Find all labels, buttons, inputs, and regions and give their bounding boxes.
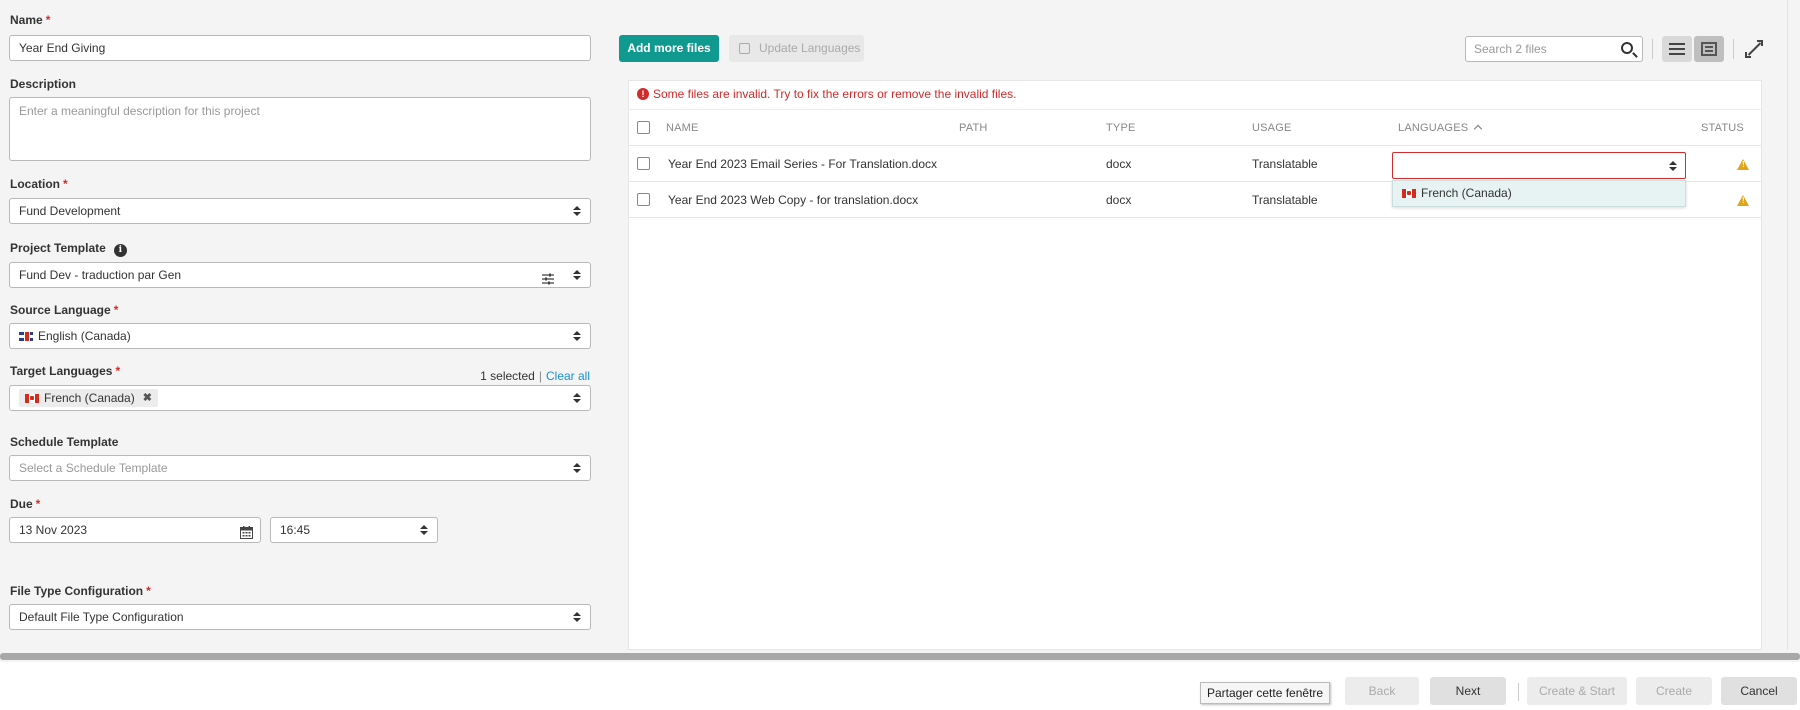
sort-up-icon <box>1474 124 1483 134</box>
chevron-updown-icon <box>573 331 581 342</box>
update-languages-button[interactable]: Update Languages <box>729 35 864 62</box>
schedule-template-select[interactable]: Select a Schedule Template <box>9 455 591 481</box>
list-view-button[interactable] <box>1662 36 1692 62</box>
grid-view-button[interactable] <box>1694 36 1724 62</box>
remove-chip-icon[interactable]: ✖ <box>143 389 152 407</box>
target-languages-label: Target Languages * <box>10 364 121 378</box>
template-settings-icon[interactable] <box>542 269 554 285</box>
target-languages-select[interactable]: French (Canada) ✖ <box>9 385 591 411</box>
select-all-checkbox[interactable] <box>637 121 650 134</box>
calendar-icon[interactable] <box>240 523 253 539</box>
warning-icon <box>1737 159 1749 170</box>
uk-flag-icon <box>19 332 33 341</box>
chevron-updown-icon <box>573 463 581 474</box>
file-type-config-select[interactable]: Default File Type Configuration <box>9 604 591 630</box>
schedule-template-label: Schedule Template <box>10 435 119 449</box>
search-files-input[interactable]: Search 2 files <box>1465 36 1643 62</box>
project-template-select[interactable]: Fund Dev - traduction par Gen <box>9 262 591 288</box>
column-status[interactable]: STATUS <box>1701 110 1744 146</box>
canada-flag-icon <box>25 393 39 403</box>
location-label: Location * <box>10 177 68 191</box>
file-type: docx <box>1106 157 1132 171</box>
vertical-scrollbar[interactable] <box>1787 0 1788 650</box>
next-button[interactable]: Next <box>1430 677 1506 705</box>
share-window-tooltip: Partager cette fenêtre <box>1200 682 1331 704</box>
description-textarea[interactable]: Enter a meaningful description for this … <box>9 97 591 161</box>
file-name: Year End 2023 Web Copy - for translation… <box>668 193 919 207</box>
column-name[interactable]: NAME <box>666 110 699 146</box>
name-input[interactable]: Year End Giving <box>9 35 591 61</box>
source-language-select[interactable]: English (Canada) <box>9 323 591 349</box>
column-type[interactable]: TYPE <box>1106 110 1136 146</box>
create-and-start-button[interactable]: Create & Start <box>1527 677 1627 705</box>
project-details-form: Name * Year End Giving Description Enter … <box>0 0 600 650</box>
description-label: Description <box>10 77 77 91</box>
chevron-updown-icon <box>573 612 581 623</box>
column-languages[interactable]: LANGUAGES <box>1398 110 1483 146</box>
source-language-label: Source Language * <box>10 303 119 317</box>
chevron-updown-icon <box>1669 161 1677 172</box>
target-languages-count: 1 selected | Clear all <box>480 369 590 383</box>
info-icon[interactable]: i <box>113 244 127 257</box>
language-option-french-canada[interactable]: French (Canada) <box>1392 180 1686 207</box>
language-chip: French (Canada) ✖ <box>19 389 158 407</box>
row-languages-select[interactable] <box>1392 152 1686 179</box>
row-checkbox[interactable] <box>637 193 650 206</box>
row-checkbox[interactable] <box>637 157 650 170</box>
list-view-icon <box>1669 43 1685 55</box>
due-date-input[interactable]: 13 Nov 2023 <box>9 517 261 543</box>
column-path[interactable]: PATH <box>959 110 988 146</box>
chevron-updown-icon <box>573 393 581 404</box>
project-template-label: Project Template i <box>10 241 127 257</box>
grid-view-icon <box>1701 42 1717 56</box>
due-label: Due * <box>10 497 41 511</box>
table-header: NAME PATH TYPE USAGE LANGUAGES STATUS <box>629 110 1761 146</box>
file-name: Year End 2023 Email Series - For Transla… <box>668 157 938 171</box>
horizontal-scrollbar[interactable] <box>0 653 1800 660</box>
create-button[interactable]: Create <box>1636 677 1712 705</box>
location-select[interactable]: Fund Development <box>9 198 591 224</box>
search-icon[interactable] <box>1621 42 1633 54</box>
back-button[interactable]: Back <box>1345 677 1419 705</box>
file-usage: Translatable <box>1252 157 1318 171</box>
toolbar-divider <box>1733 39 1734 59</box>
toolbar-divider <box>1652 39 1653 59</box>
error-icon: ! <box>637 88 649 100</box>
name-label: Name * <box>10 13 51 27</box>
add-more-files-button[interactable]: Add more files <box>619 35 719 62</box>
due-time-select[interactable]: 16:45 <box>270 517 438 543</box>
chevron-updown-icon <box>573 270 581 281</box>
cancel-button[interactable]: Cancel <box>1721 677 1797 705</box>
expand-icon[interactable] <box>1745 40 1763 58</box>
file-type: docx <box>1106 193 1132 207</box>
warning-icon <box>1737 195 1749 206</box>
file-type-config-label: File Type Configuration * <box>10 584 151 598</box>
footer-divider <box>1518 683 1519 701</box>
column-usage[interactable]: USAGE <box>1252 110 1292 146</box>
error-banner: ! Some files are invalid. Try to fix the … <box>629 81 1761 110</box>
files-table: ! Some files are invalid. Try to fix the … <box>628 80 1762 650</box>
chevron-updown-icon <box>573 206 581 217</box>
update-languages-icon <box>739 43 750 54</box>
chevron-updown-icon <box>420 525 428 536</box>
canada-flag-icon <box>1402 189 1416 198</box>
clear-all-link[interactable]: Clear all <box>546 369 590 383</box>
project-create-page: Name * Year End Giving Description Enter … <box>0 0 1800 710</box>
file-usage: Translatable <box>1252 193 1318 207</box>
